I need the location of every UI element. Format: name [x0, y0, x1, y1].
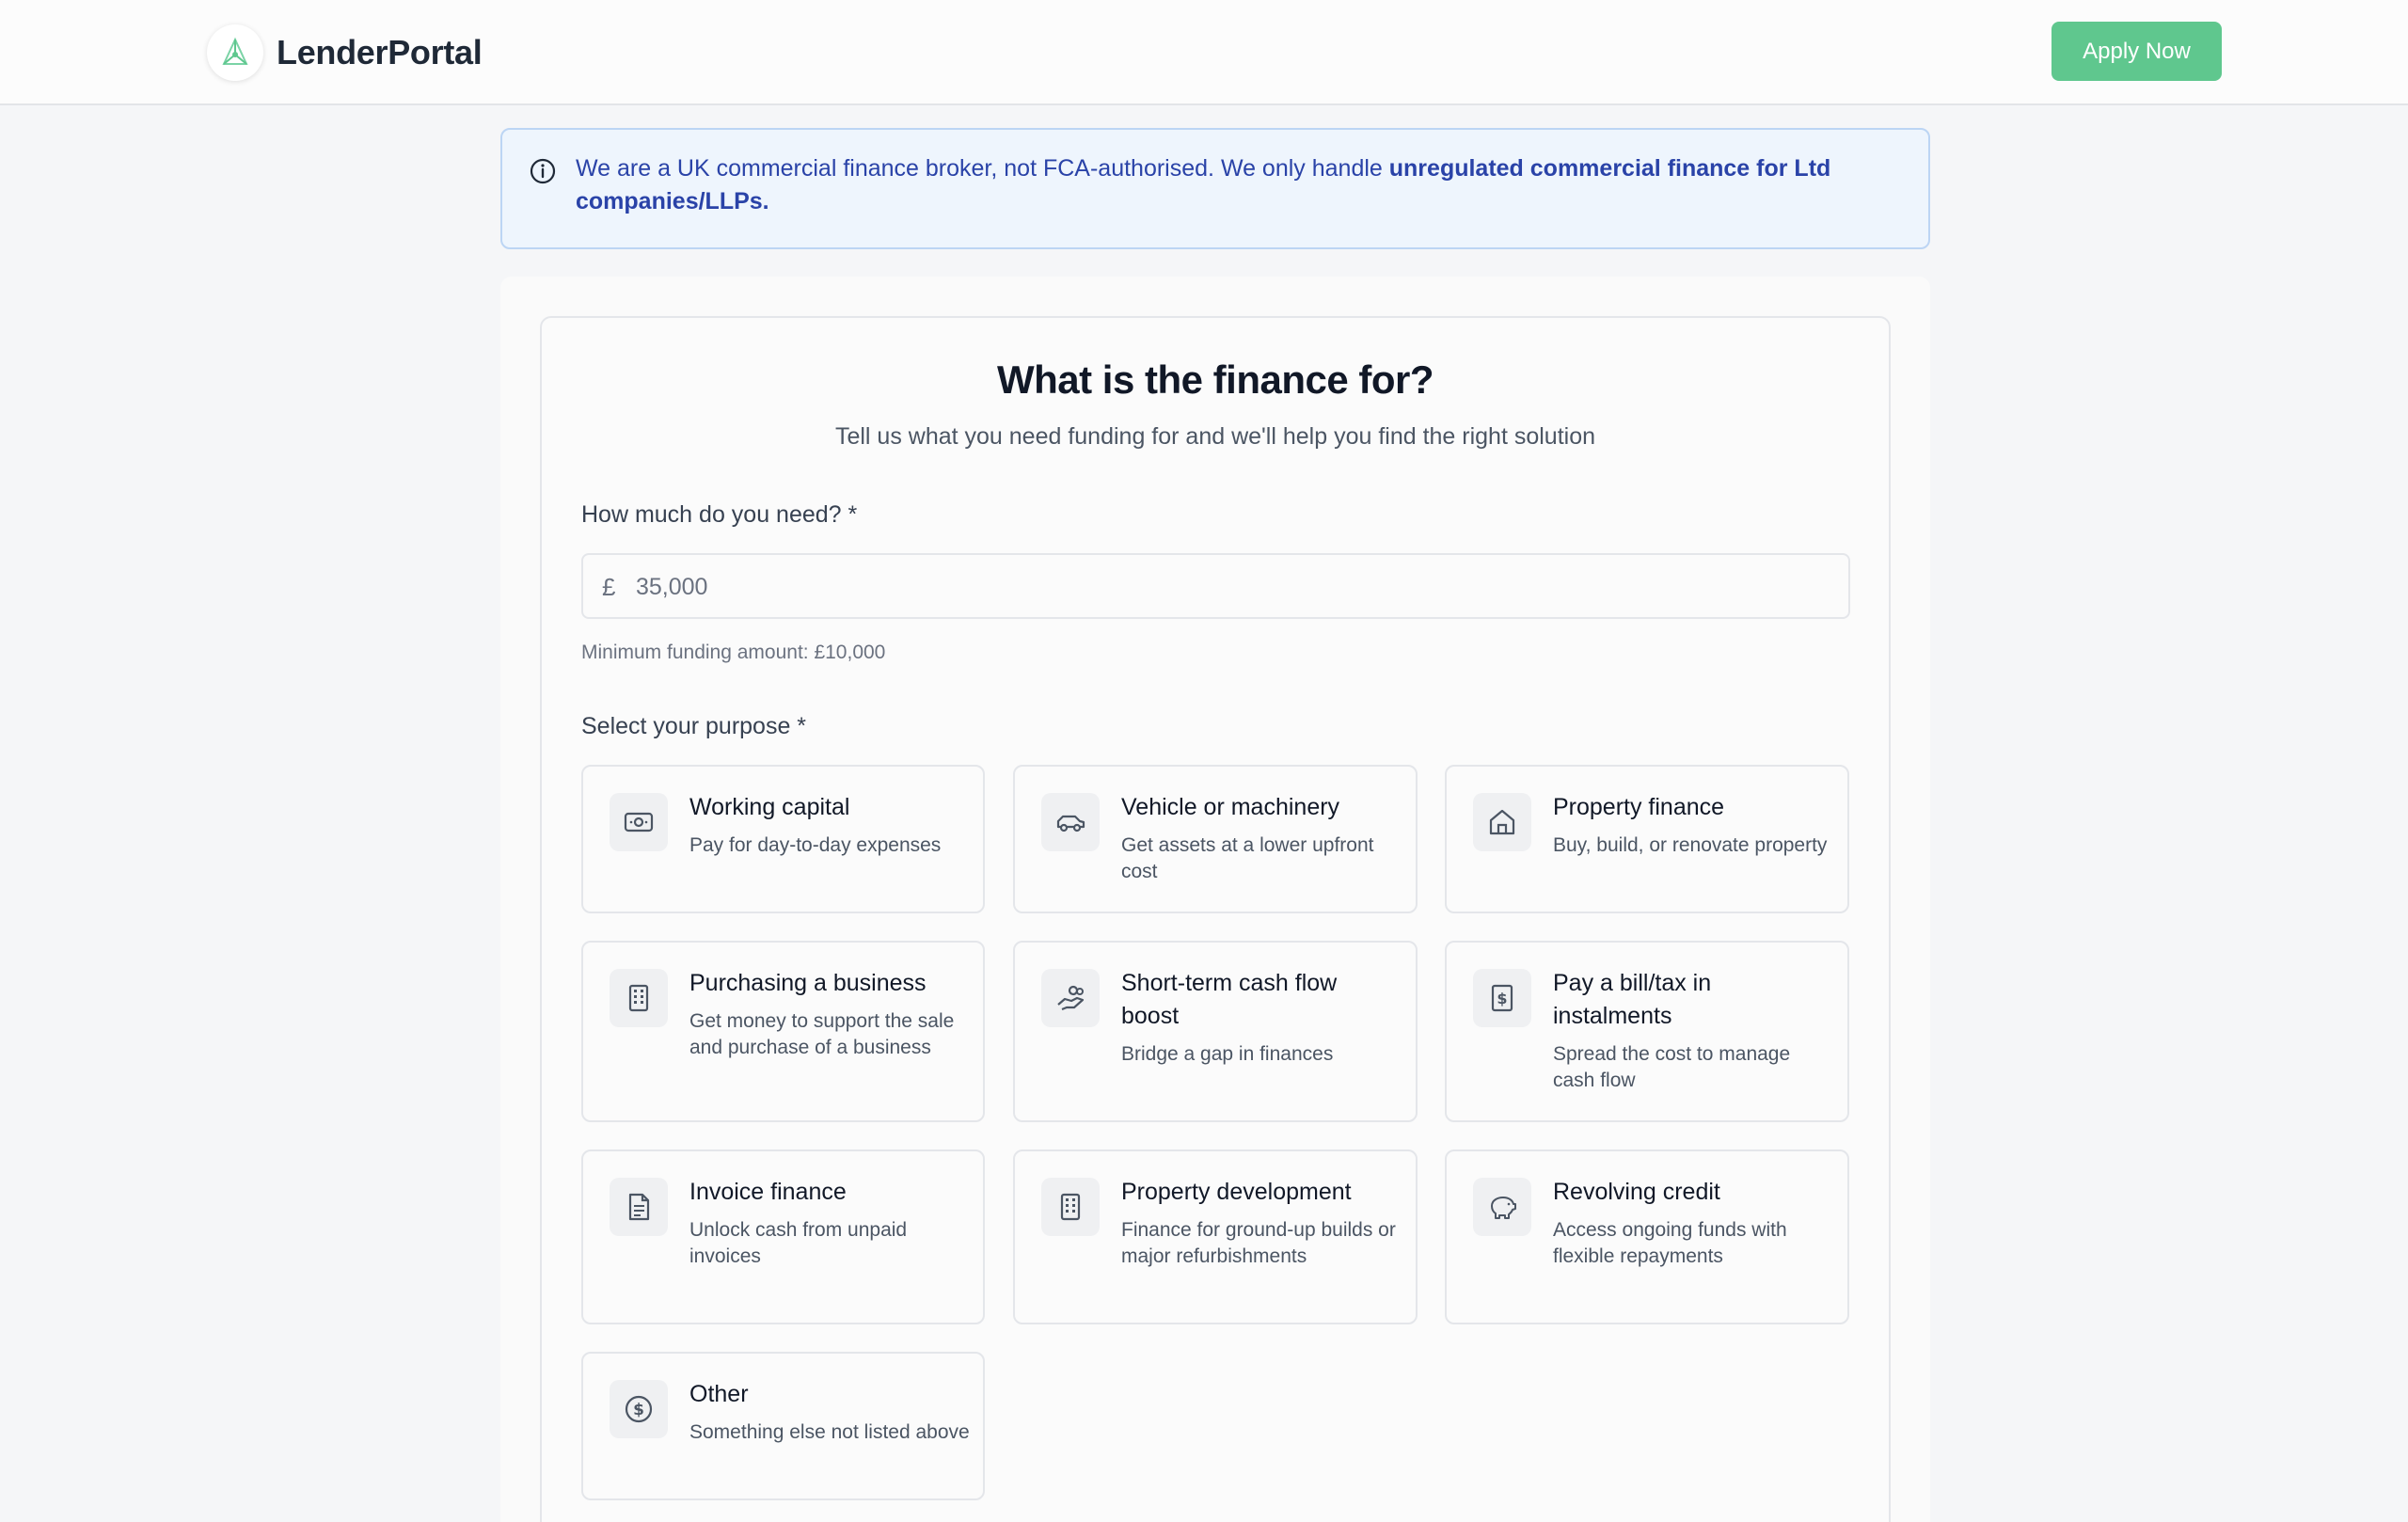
purpose-description: Something else not listed above — [689, 1421, 970, 1443]
regulatory-notice: We are a UK commercial finance broker, n… — [500, 128, 1930, 249]
finance-purpose-card — [540, 316, 1891, 1522]
purpose-title: Pay a bill/tax in instalments — [1553, 970, 1712, 1029]
purpose-description: Buy, build, or renovate property — [1553, 834, 1828, 856]
purpose-title: Vehicle or machinery — [1121, 794, 1340, 820]
currency-symbol: £ — [602, 573, 616, 601]
building-icon — [610, 969, 668, 1027]
purpose-description: Finance for ground-up builds or major re… — [1121, 1219, 1396, 1267]
purpose-option-working-capital[interactable]: Working capital Pay for day-to-day expen… — [581, 765, 985, 913]
document-icon — [610, 1178, 668, 1236]
receipt-icon: $ — [1473, 969, 1531, 1027]
purpose-option-property-development[interactable]: Property development Finance for ground-… — [1013, 1149, 1418, 1324]
purpose-title: Purchasing a business — [689, 970, 927, 996]
purpose-option-invoice-finance[interactable]: Invoice finance Unlock cash from unpaid … — [581, 1149, 985, 1324]
hand-coins-icon — [1041, 969, 1100, 1027]
dollar-circle-icon: $ — [610, 1380, 668, 1438]
purpose-title: Short-term cash flow boost — [1121, 970, 1338, 1029]
brand[interactable]: LenderPortal — [207, 24, 483, 81]
purpose-option-pay-bill-tax[interactable]: $ Pay a bill/tax in instalments Spread t… — [1445, 941, 1849, 1122]
apply-now-button[interactable]: Apply Now — [2052, 22, 2222, 81]
amount-input[interactable] — [636, 564, 1830, 610]
building-icon — [1041, 1178, 1100, 1236]
purpose-option-other[interactable]: $ Other Something else not listed above — [581, 1352, 985, 1500]
notice-text-plain: We are a UK commercial finance broker, n… — [576, 155, 1389, 182]
purpose-title: Working capital — [689, 794, 850, 820]
purpose-description: Unlock cash from unpaid invoices — [689, 1219, 908, 1267]
page-subtitle: Tell us what you need funding for and we… — [834, 423, 1596, 450]
purpose-description: Spread the cost to manage cash flow — [1553, 1043, 1791, 1091]
purpose-option-vehicle-machinery[interactable]: Vehicle or machinery Get assets at a low… — [1013, 765, 1418, 913]
purpose-label: Select your purpose * — [581, 713, 807, 739]
car-icon — [1041, 793, 1100, 851]
svg-text:$: $ — [633, 1401, 644, 1419]
purpose-title: Property finance — [1553, 794, 1725, 820]
info-icon — [529, 157, 557, 185]
purpose-description: Bridge a gap in finances — [1121, 1043, 1334, 1065]
purpose-title: Other — [689, 1381, 749, 1407]
purpose-option-purchasing-business[interactable]: Purchasing a business Get money to suppo… — [581, 941, 985, 1122]
banknote-icon — [610, 793, 668, 851]
top-navigation-bar: LenderPortal Apply Now — [0, 0, 2408, 105]
amount-field[interactable]: £ — [581, 553, 1850, 619]
purpose-option-cash-flow-boost[interactable]: Short-term cash flow boost Bridge a gap … — [1013, 941, 1418, 1122]
purpose-description: Pay for day-to-day expenses — [689, 834, 942, 856]
piggy-bank-icon — [1473, 1178, 1531, 1236]
house-icon — [1473, 793, 1531, 851]
logo-icon — [207, 24, 263, 81]
svg-text:$: $ — [1497, 990, 1507, 1007]
purpose-description: Access ongoing funds with flexible repay… — [1553, 1219, 1787, 1267]
purpose-title: Property development — [1121, 1179, 1352, 1205]
page-title: What is the finance for? — [996, 357, 1434, 402]
amount-label: How much do you need? * — [581, 501, 858, 528]
purpose-title: Invoice finance — [689, 1179, 847, 1205]
purpose-title: Revolving credit — [1553, 1179, 1720, 1205]
purpose-description: Get money to support the sale and purcha… — [689, 1010, 955, 1058]
amount-hint: Minimum funding amount: £10,000 — [581, 642, 886, 663]
notice-text: We are a UK commercial finance broker, n… — [576, 152, 1902, 218]
purpose-option-revolving-credit[interactable]: Revolving credit Access ongoing funds wi… — [1445, 1149, 1849, 1324]
purpose-description: Get assets at a lower upfront cost — [1121, 834, 1374, 882]
purpose-option-property-finance[interactable]: Property finance Buy, build, or renovate… — [1445, 765, 1849, 913]
brand-name: LenderPortal — [277, 33, 483, 71]
